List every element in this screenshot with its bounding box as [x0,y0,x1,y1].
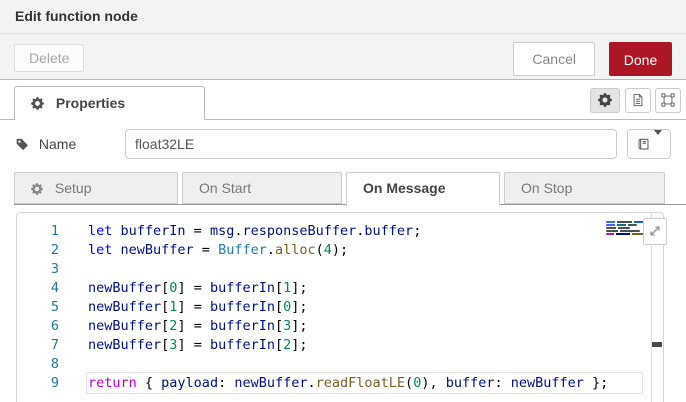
code-line[interactable]: 4 newBuffer[0] = bufferIn[1]; [17,279,649,298]
scrollbar-thumb[interactable] [652,342,662,347]
expand-editor-button[interactable] [643,218,667,245]
done-button[interactable]: Done [609,42,672,76]
code-line[interactable]: 3 [17,260,649,279]
document-icon [633,93,643,107]
dialog-header: Edit function node [0,0,686,34]
delete-button[interactable]: Delete [14,44,85,72]
dialog-toolbar: Delete Cancel Done [0,34,686,80]
book-icon [638,138,648,150]
cancel-button[interactable]: Cancel [513,42,595,76]
tab-on-start[interactable]: On Start [182,172,342,204]
expand-icon [650,226,660,236]
tab-setup[interactable]: Setup [14,172,178,204]
code-editor-lines[interactable]: 1 let bufferIn = msg.responseBuffer.buffe… [17,222,649,394]
name-field-label: Name [15,136,76,152]
code-line[interactable]: 9 return { payload: newBuffer.readFloatLE… [17,372,649,394]
code-editor[interactable]: 1 let bufferIn = msg.responseBuffer.buffe… [16,212,667,402]
code-line[interactable]: 7 newBuffer[3] = bufferIn[2]; [17,336,649,355]
minimap[interactable] [606,220,647,246]
node-description-button[interactable] [625,88,651,113]
edit-function-node-dialog: Edit function node Delete Cancel Done Pr… [0,0,686,402]
selection-frame-icon [661,93,675,107]
tab-on-message[interactable]: On Message [346,172,500,206]
library-button[interactable] [627,129,671,159]
gear-icon [31,97,48,113]
code-line[interactable]: 5 newBuffer[1] = bufferIn[0]; [17,298,649,317]
code-line[interactable]: 2 let newBuffer = Buffer.alloc(4); [17,241,649,260]
gear-icon [598,93,612,107]
dialog-title: Edit function node [15,8,138,24]
tab-properties[interactable]: Properties [14,86,205,120]
gear-icon [31,182,47,198]
chevron-down-icon [653,130,662,135]
tab-properties-label: Properties [55,95,126,111]
code-line[interactable]: 6 newBuffer[2] = bufferIn[3]; [17,317,649,336]
code-line[interactable]: 1 let bufferIn = msg.responseBuffer.buffe… [17,222,649,241]
tab-on-stop[interactable]: On Stop [504,172,665,204]
name-input[interactable] [125,129,617,159]
tag-icon [16,138,28,150]
node-appearance-button[interactable] [655,88,681,113]
node-properties-button[interactable] [590,88,620,113]
